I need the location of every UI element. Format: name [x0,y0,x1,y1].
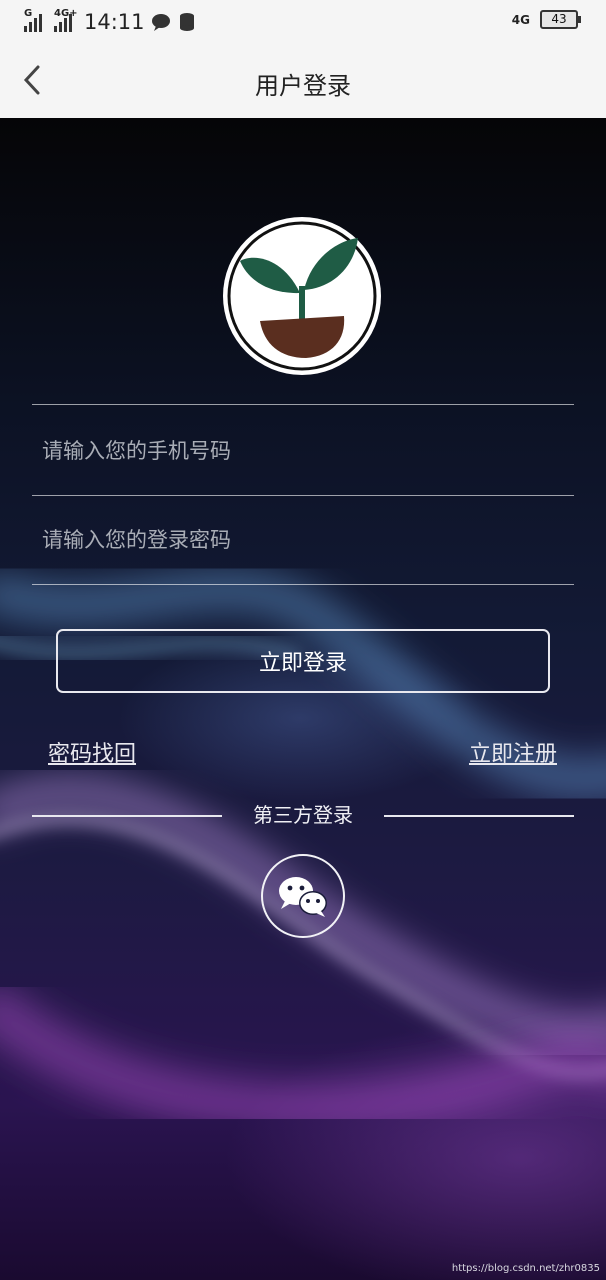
status-right: 4G 43 [511,10,581,29]
phone-input[interactable] [32,421,574,481]
third-party-title: 第三方登录 [253,803,353,827]
login-button[interactable]: 立即登录 [56,629,550,693]
watermark: https://blog.csdn.net/zhr0835 [451,1263,600,1274]
nav-bar: 用户登录 [0,46,606,119]
signal-1-label: G [24,8,33,19]
divider [32,404,574,405]
signal-strength-icon: G [24,8,42,32]
app-logo [223,217,381,375]
wechat-icon [279,877,327,917]
clock: 14:11 [84,10,145,34]
divider-right [384,815,574,817]
battery-icon: 43 [540,10,581,29]
page-title: 用户登录 [255,72,351,100]
forgot-password-link[interactable]: 密码找回 [48,736,136,768]
battery-level: 43 [551,12,567,26]
divider [32,495,574,496]
status-left: G 4G+ 14:11 [24,8,197,34]
divider [32,584,574,585]
network-type: 4G [511,12,530,27]
login-screen: 立即登录 密码找回 立即注册 第三方登录 https://blog.csdn.n… [0,118,606,1280]
data-icon [179,13,194,31]
signal-strength-icon: 4G+ [54,8,78,32]
status-bar: G 4G+ 14:11 4G 43 [0,0,606,46]
message-icon [151,14,170,31]
signal-2-label: 4G+ [54,8,78,19]
register-link[interactable]: 立即注册 [469,736,557,768]
wechat-login-button[interactable] [261,854,345,938]
password-input[interactable] [32,510,574,570]
